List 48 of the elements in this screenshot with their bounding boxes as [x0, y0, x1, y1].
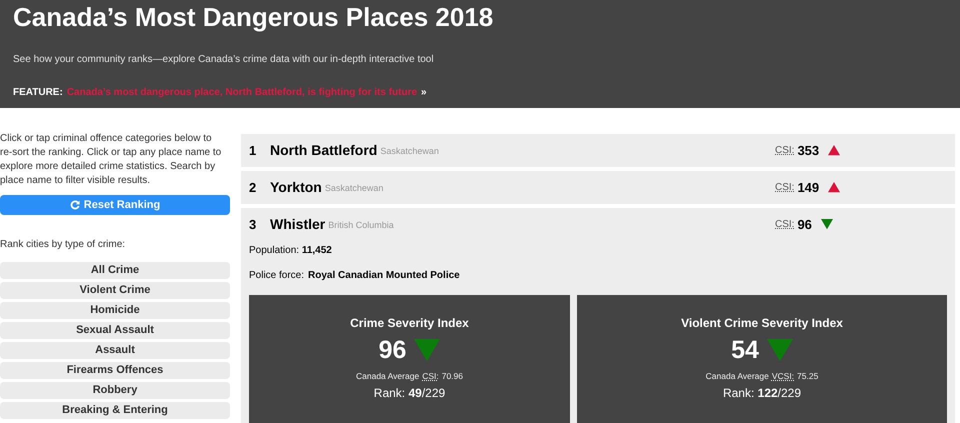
intro-text: Click or tap criminal offence categories below to re-sort the ranking. Click or tap any place name to explore more detailed crime statistics. Search by place name to filter visible results. — [0, 132, 222, 188]
average-abbreviation: CSI: — [422, 370, 439, 383]
category-button[interactable]: Sexual Assault — [0, 322, 230, 339]
average-value: 70.96 — [442, 370, 463, 383]
feature-label: FEATURE: — [13, 86, 63, 100]
category-button[interactable]: Robbery — [0, 382, 230, 399]
category-button[interactable]: Firearms Offences — [0, 362, 230, 379]
category-button[interactable]: All Crime — [0, 262, 230, 279]
average-abbreviation: VCSI: — [772, 370, 794, 383]
feature-arrow: » — [421, 86, 427, 100]
rank-number: 2 — [249, 178, 258, 197]
category-button[interactable]: Violent Crime — [0, 282, 230, 299]
place-row[interactable]: 1 North Battleford Saskatchewan CSI: 353 — [241, 134, 955, 167]
category-button[interactable]: Breaking & Entering — [0, 402, 230, 419]
rank-text: Rank: 49/229 — [374, 384, 446, 402]
place-name: North Battleford — [270, 141, 378, 160]
csi-value: 353 — [797, 142, 820, 160]
place-name: Yorkton — [270, 178, 322, 197]
average-label: Canada Average — [356, 370, 420, 383]
police-force-label: Police force: — [249, 269, 304, 283]
card-title: Crime Severity Index — [350, 315, 469, 332]
category-button[interactable]: Homicide — [0, 302, 230, 319]
rank-number: 3 — [249, 216, 258, 234]
place-row[interactable] — [241, 208, 955, 423]
population-text: Population: 11,452 — [249, 244, 333, 258]
average-label: Canada Average — [706, 370, 769, 383]
subtitle: See how your community ranks—explore Canada’s crime data with our in-depth interactive tool — [13, 53, 435, 67]
place-name: Whistler — [270, 215, 326, 234]
rank-number: 1 — [249, 142, 258, 160]
place-row[interactable]: 2 Yorkton Saskatchewan CSI: 149 — [241, 171, 955, 204]
average-value: 75.25 — [797, 370, 818, 383]
page-title: Canada’s Most Dangerous Places 2018 — [13, 1, 494, 33]
csi-value: 96 — [797, 216, 812, 234]
csi-abbreviation: CSI: — [775, 144, 794, 158]
province-name: Saskatchewan — [324, 182, 384, 195]
index-value: 54 — [731, 335, 759, 366]
card-title: Violent Crime Severity Index — [681, 315, 843, 332]
police-force-value: Royal Canadian Mounted Police — [308, 269, 460, 283]
index-value: 96 — [378, 335, 406, 366]
csi-value: 149 — [797, 178, 820, 197]
province-name: British Columbia — [328, 218, 394, 232]
csi-abbreviation: CSI: — [775, 218, 794, 232]
category-button[interactable]: Assault — [0, 342, 230, 359]
csi-abbreviation: CSI: — [775, 181, 794, 195]
province-name: Saskatchewan — [380, 144, 439, 158]
rank-text: Rank: 122/229 — [722, 384, 802, 402]
categories-label: Rank cities by type of crime: — [0, 238, 126, 252]
refresh-icon — [70, 200, 80, 210]
